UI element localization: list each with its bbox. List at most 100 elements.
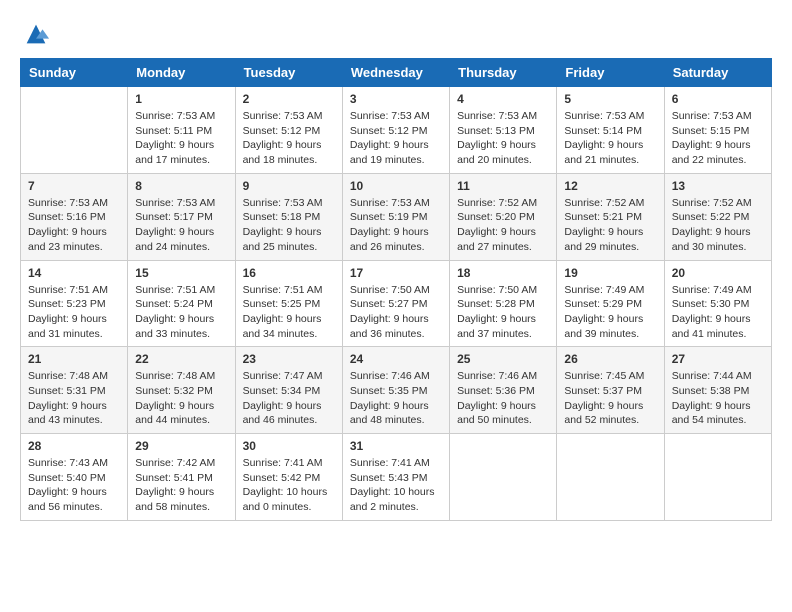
daylight-text: Daylight: 9 hours and 27 minutes. — [457, 226, 536, 253]
sunrise-text: Sunrise: 7:52 AM — [564, 197, 644, 209]
day-cell: 19Sunrise: 7:49 AMSunset: 5:29 PMDayligh… — [557, 260, 664, 347]
sunset-text: Sunset: 5:25 PM — [243, 298, 321, 310]
day-cell: 12Sunrise: 7:52 AMSunset: 5:21 PMDayligh… — [557, 173, 664, 260]
sunset-text: Sunset: 5:12 PM — [350, 125, 428, 137]
sunset-text: Sunset: 5:42 PM — [243, 472, 321, 484]
sunset-text: Sunset: 5:16 PM — [28, 211, 106, 223]
daylight-text: Daylight: 9 hours and 20 minutes. — [457, 139, 536, 166]
sunrise-text: Sunrise: 7:53 AM — [243, 110, 323, 122]
day-cell — [21, 87, 128, 174]
sunset-text: Sunset: 5:36 PM — [457, 385, 535, 397]
day-number: 3 — [350, 92, 442, 106]
day-info: Sunrise: 7:53 AMSunset: 5:15 PMDaylight:… — [672, 109, 764, 168]
day-info: Sunrise: 7:53 AMSunset: 5:17 PMDaylight:… — [135, 196, 227, 255]
daylight-text: Daylight: 9 hours and 37 minutes. — [457, 313, 536, 340]
day-cell: 4 Sunrise: 7:53 AM Sunset: 5:13 PM Daylight… — [450, 87, 557, 174]
header-row: SundayMondayTuesdayWednesdayThursdayFrid… — [21, 59, 772, 87]
daylight-text: Daylight: 9 hours and 18 minutes. — [243, 139, 322, 166]
sunset-text: Sunset: 5:13 PM — [457, 125, 535, 137]
daylight-text: Daylight: 10 hours and 0 minutes. — [243, 486, 328, 513]
daylight-text: Daylight: 9 hours and 44 minutes. — [135, 400, 214, 427]
day-number: 12 — [564, 179, 656, 193]
sunrise-text: Sunrise: 7:53 AM — [457, 110, 537, 122]
day-number: 29 — [135, 439, 227, 453]
sunset-text: Sunset: 5:41 PM — [135, 472, 213, 484]
day-number: 8 — [135, 179, 227, 193]
sunrise-text: Sunrise: 7:42 AM — [135, 457, 215, 469]
sunrise-text: Sunrise: 7:46 AM — [457, 370, 537, 382]
day-cell — [664, 434, 771, 521]
day-info: Sunrise: 7:41 AMSunset: 5:43 PMDaylight:… — [350, 456, 442, 515]
day-cell: 21 Sunrise: 7:48 AMSunset: 5:31 PMDayligh… — [21, 347, 128, 434]
day-cell: 25Sunrise: 7:46 AMSunset: 5:36 PMDayligh… — [450, 347, 557, 434]
sunset-text: Sunset: 5:23 PM — [28, 298, 106, 310]
sunrise-text: Sunrise: 7:53 AM — [135, 110, 215, 122]
day-number: 25 — [457, 352, 549, 366]
sunrise-text: Sunrise: 7:50 AM — [350, 284, 430, 296]
week-row-1: 1Sunrise: 7:53 AMSunset: 5:11 PMDaylight… — [21, 87, 772, 174]
sunrise-text: Sunrise: 7:45 AM — [564, 370, 644, 382]
day-cell: 16 Sunrise: 7:51 AMSunset: 5:25 PMDayligh… — [235, 260, 342, 347]
column-header-saturday: Saturday — [664, 59, 771, 87]
day-info: Sunrise: 7:51 AMSunset: 5:25 PMDaylight:… — [243, 283, 335, 342]
day-info: Sunrise: 7:53 AMSunset: 5:14 PMDaylight:… — [564, 109, 656, 168]
daylight-text: Daylight: 9 hours and 17 minutes. — [135, 139, 214, 166]
day-cell: 18Sunrise: 7:50 AMSunset: 5:28 PMDayligh… — [450, 260, 557, 347]
week-row-2: 7 Sunrise: 7:53 AM Sunset: 5:16 PM Daylight… — [21, 173, 772, 260]
column-header-friday: Friday — [557, 59, 664, 87]
sunset-text: Sunset: 5:38 PM — [672, 385, 750, 397]
sunset-text: Sunset: 5:29 PM — [564, 298, 642, 310]
day-info: Sunrise: 7:53 AMSunset: 5:19 PMDaylight:… — [350, 196, 442, 255]
day-number: 4 — [457, 92, 549, 106]
day-cell: 6Sunrise: 7:53 AMSunset: 5:15 PMDaylight… — [664, 87, 771, 174]
week-row-4: 21 Sunrise: 7:48 AMSunset: 5:31 PMDayligh… — [21, 347, 772, 434]
daylight-text: Daylight: 10 hours and 2 minutes. — [350, 486, 435, 513]
day-cell: 31Sunrise: 7:41 AMSunset: 5:43 PMDayligh… — [342, 434, 449, 521]
sunrise-text: Sunrise: 7:49 AM — [672, 284, 752, 296]
day-cell: 1Sunrise: 7:53 AMSunset: 5:11 PMDaylight… — [128, 87, 235, 174]
daylight-text: Daylight: 9 hours and 30 minutes. — [672, 226, 751, 253]
day-info: Sunrise: 7:48 AMSunset: 5:31 PMDaylight:… — [28, 369, 120, 428]
day-number: 21 — [28, 352, 120, 366]
day-number: 7 — [28, 179, 120, 193]
day-cell: 5Sunrise: 7:53 AMSunset: 5:14 PMDaylight… — [557, 87, 664, 174]
sunrise-text: Sunrise: 7:53 AM — [243, 197, 323, 209]
sunrise-text: Sunrise: 7:47 AM — [243, 370, 323, 382]
day-info: Sunrise: 7:53 AMSunset: 5:12 PMDaylight:… — [350, 109, 442, 168]
sunrise-text: Sunrise: 7:52 AM — [457, 197, 537, 209]
day-info: Sunrise: 7:53 AMSunset: 5:11 PMDaylight:… — [135, 109, 227, 168]
sunrise-text: Sunrise: 7:53 AM — [28, 197, 108, 209]
day-info: Sunrise: 7:52 AM Sunset: 5:20 PM Daylight:… — [457, 196, 549, 255]
sunrise-text: Sunrise: 7:41 AM — [243, 457, 323, 469]
day-cell: 2 Sunrise: 7:53 AMSunset: 5:12 PMDaylight… — [235, 87, 342, 174]
day-info: Sunrise: 7:53 AM Sunset: 5:13 PM Daylight:… — [457, 109, 549, 168]
day-cell: 17Sunrise: 7:50 AMSunset: 5:27 PMDayligh… — [342, 260, 449, 347]
day-cell: 14Sunrise: 7:51 AMSunset: 5:23 PMDayligh… — [21, 260, 128, 347]
sunrise-text: Sunrise: 7:43 AM — [28, 457, 108, 469]
calendar-table: SundayMondayTuesdayWednesdayThursdayFrid… — [20, 58, 772, 521]
sunrise-text: Sunrise: 7:51 AM — [28, 284, 108, 296]
column-header-wednesday: Wednesday — [342, 59, 449, 87]
day-cell: 26Sunrise: 7:45 AMSunset: 5:37 PMDayligh… — [557, 347, 664, 434]
sunrise-text: Sunrise: 7:41 AM — [350, 457, 430, 469]
day-cell: 15Sunrise: 7:51 AMSunset: 5:24 PMDayligh… — [128, 260, 235, 347]
daylight-text: Daylight: 9 hours and 22 minutes. — [672, 139, 751, 166]
day-info: Sunrise: 7:52 AMSunset: 5:22 PMDaylight:… — [672, 196, 764, 255]
day-info: Sunrise: 7:44 AMSunset: 5:38 PMDaylight:… — [672, 369, 764, 428]
sunset-text: Sunset: 5:14 PM — [564, 125, 642, 137]
daylight-text: Daylight: 9 hours and 43 minutes. — [28, 400, 107, 427]
sunset-text: Sunset: 5:28 PM — [457, 298, 535, 310]
sunset-text: Sunset: 5:31 PM — [28, 385, 106, 397]
sunset-text: Sunset: 5:27 PM — [350, 298, 428, 310]
sunrise-text: Sunrise: 7:53 AM — [350, 110, 430, 122]
sunset-text: Sunset: 5:20 PM — [457, 211, 535, 223]
day-info: Sunrise: 7:53 AMSunset: 5:12 PMDaylight:… — [243, 109, 335, 168]
day-number: 2 — [243, 92, 335, 106]
day-info: Sunrise: 7:48 AMSunset: 5:32 PMDaylight:… — [135, 369, 227, 428]
day-number: 16 — [243, 266, 335, 280]
day-number: 17 — [350, 266, 442, 280]
day-cell: 13Sunrise: 7:52 AMSunset: 5:22 PMDayligh… — [664, 173, 771, 260]
day-cell: 22Sunrise: 7:48 AMSunset: 5:32 PMDayligh… — [128, 347, 235, 434]
day-info: Sunrise: 7:43 AMSunset: 5:40 PMDaylight:… — [28, 456, 120, 515]
day-number: 30 — [243, 439, 335, 453]
